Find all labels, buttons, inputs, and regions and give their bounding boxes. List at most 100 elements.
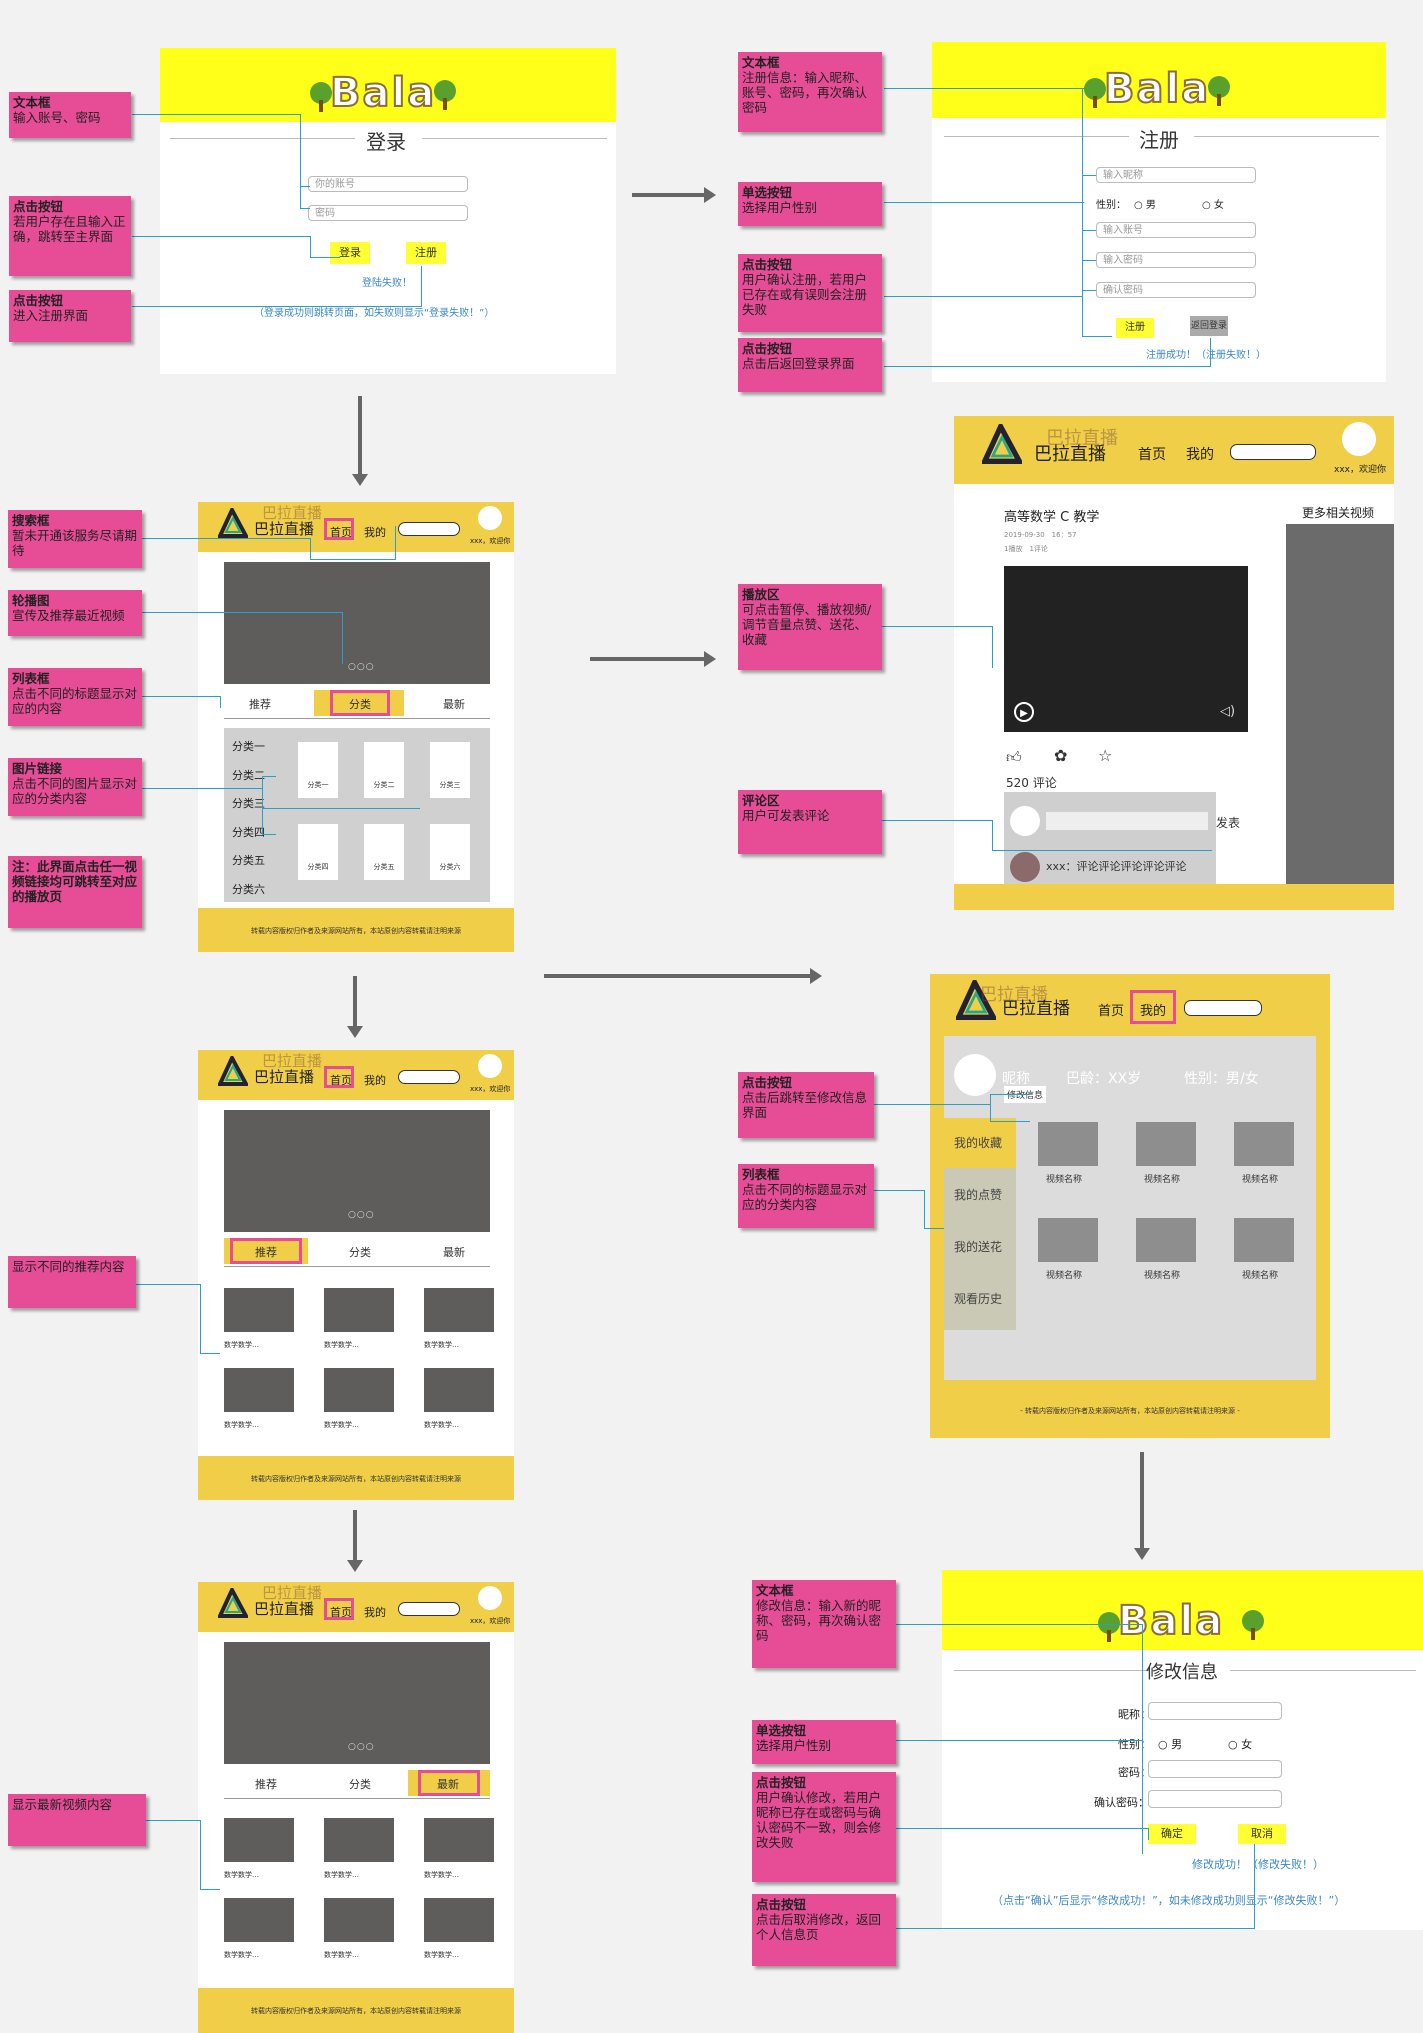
video-thumbnail[interactable] xyxy=(324,1368,394,1412)
category-item[interactable]: 分类二 xyxy=(232,767,265,783)
nav-mine[interactable]: 我的 xyxy=(364,1072,386,1088)
carousel-dots[interactable]: ○○○ xyxy=(348,1742,375,1752)
video-thumbnail[interactable] xyxy=(424,1898,494,1942)
register-button[interactable]: 注册 xyxy=(1116,318,1154,338)
video-name[interactable]: 视频名称 xyxy=(1242,1172,1278,1185)
category-item[interactable]: 分类四 xyxy=(232,824,265,840)
nickname-input[interactable]: 输入昵称 xyxy=(1096,167,1256,183)
video-caption[interactable]: 数学数学… xyxy=(224,1420,259,1430)
video-thumbnail[interactable] xyxy=(324,1818,394,1862)
video-caption[interactable]: 数学数学… xyxy=(324,1950,359,1960)
search-box[interactable] xyxy=(398,1070,460,1084)
female-radio[interactable]: ○ 女 xyxy=(1202,196,1224,211)
video-caption[interactable]: 数学数学… xyxy=(224,1950,259,1960)
nav-mine[interactable]: 我的 xyxy=(364,524,386,540)
video-thumbnail[interactable] xyxy=(1038,1122,1098,1166)
volume-icon[interactable]: ◁) xyxy=(1220,704,1235,719)
video-caption[interactable]: 数学数学… xyxy=(324,1340,359,1350)
video-caption[interactable]: 数学数学… xyxy=(424,1870,459,1880)
video-thumbnail[interactable] xyxy=(324,1898,394,1942)
video-thumbnail[interactable] xyxy=(1136,1122,1196,1166)
carousel-dots[interactable]: ○○○ xyxy=(348,662,375,672)
video-thumbnail[interactable] xyxy=(224,1288,294,1332)
search-box[interactable] xyxy=(398,1602,460,1616)
flower-icon[interactable]: ✿ xyxy=(1054,746,1067,765)
tab-newest[interactable]: 最新 xyxy=(434,1244,474,1260)
like-icon[interactable]: 👍︎ xyxy=(1006,748,1022,767)
video-thumbnail[interactable] xyxy=(424,1288,494,1332)
video-name[interactable]: 视频名称 xyxy=(1046,1172,1082,1185)
register-button[interactable]: 注册 xyxy=(406,242,446,264)
mine-menu-item[interactable]: 我的送花 xyxy=(954,1238,1002,1255)
search-box[interactable] xyxy=(1230,444,1316,460)
avatar[interactable] xyxy=(478,1586,502,1610)
password-input[interactable]: 输入密码 xyxy=(1096,252,1256,268)
nickname-input[interactable] xyxy=(1148,1702,1282,1720)
mine-menu-item[interactable]: 我的点赞 xyxy=(954,1186,1002,1203)
tab-category[interactable]: 分类 xyxy=(340,1776,380,1792)
avatar[interactable] xyxy=(478,1054,502,1078)
search-box[interactable] xyxy=(398,522,460,536)
mine-menu-item[interactable]: 我的收藏 xyxy=(954,1134,1002,1151)
video-name[interactable]: 视频名称 xyxy=(1144,1172,1180,1185)
male-radio[interactable]: ○ 男 xyxy=(1158,1736,1182,1752)
video-caption[interactable]: 数学数学… xyxy=(224,1340,259,1350)
video-name[interactable]: 视频名称 xyxy=(1144,1268,1180,1281)
video-thumbnail[interactable] xyxy=(1234,1218,1294,1262)
video-thumbnail[interactable] xyxy=(224,1818,294,1862)
tab-recommend[interactable]: 推荐 xyxy=(240,696,280,712)
back-login-button[interactable]: 返回登录 xyxy=(1190,316,1228,336)
category-item[interactable]: 分类五 xyxy=(232,852,265,868)
star-icon[interactable]: ☆ xyxy=(1098,746,1112,765)
account-input[interactable]: 你的账号 xyxy=(308,176,468,192)
video-thumbnail[interactable] xyxy=(424,1818,494,1862)
nav-home[interactable]: 首页 xyxy=(1138,444,1166,464)
video-thumbnail[interactable] xyxy=(424,1368,494,1412)
tab-newest[interactable]: 最新 xyxy=(434,696,474,712)
category-item[interactable]: 分类三 xyxy=(232,795,265,811)
video-thumbnail[interactable] xyxy=(224,1898,294,1942)
tab-category[interactable]: 分类 xyxy=(340,696,380,712)
tab-recommend[interactable]: 推荐 xyxy=(246,1776,286,1792)
tab-newest[interactable]: 最新 xyxy=(428,1776,468,1792)
confirm-input[interactable] xyxy=(1148,1790,1282,1808)
video-caption[interactable]: 数学数学… xyxy=(424,1340,459,1350)
video-thumbnail[interactable] xyxy=(224,1368,294,1412)
nav-home[interactable]: 首页 xyxy=(1098,1000,1124,1019)
video-name[interactable]: 视频名称 xyxy=(1242,1268,1278,1281)
video-thumbnail[interactable] xyxy=(1234,1122,1294,1166)
video-caption[interactable]: 数学数学… xyxy=(324,1420,359,1430)
video-player[interactable] xyxy=(1004,566,1248,732)
password-input[interactable]: 密码 xyxy=(308,205,468,221)
tab-recommend[interactable]: 推荐 xyxy=(246,1244,286,1260)
nav-mine[interactable]: 我的 xyxy=(1186,444,1214,464)
login-button[interactable]: 登录 xyxy=(330,242,370,264)
search-box[interactable] xyxy=(1184,1000,1262,1016)
category-item[interactable]: 分类一 xyxy=(232,738,265,754)
publish-button[interactable]: 发表 xyxy=(1216,814,1240,831)
confirm-input[interactable]: 确认密码 xyxy=(1096,282,1256,298)
cancel-button[interactable]: 取消 xyxy=(1238,1824,1286,1844)
confirm-button[interactable]: 确定 xyxy=(1148,1824,1196,1844)
video-caption[interactable]: 数学数学… xyxy=(424,1950,459,1960)
account-input[interactable]: 输入账号 xyxy=(1096,222,1256,238)
related-panel[interactable] xyxy=(1286,524,1394,886)
comment-input[interactable] xyxy=(1046,812,1208,830)
nav-mine[interactable]: 我的 xyxy=(1140,1000,1166,1019)
video-caption[interactable]: 数学数学… xyxy=(224,1870,259,1880)
carousel-dots[interactable]: ○○○ xyxy=(348,1210,375,1220)
mine-menu-item[interactable]: 观看历史 xyxy=(954,1290,1002,1307)
video-caption[interactable]: 数学数学… xyxy=(424,1420,459,1430)
password-input[interactable] xyxy=(1148,1760,1282,1778)
tab-category[interactable]: 分类 xyxy=(340,1244,380,1260)
video-name[interactable]: 视频名称 xyxy=(1046,1268,1082,1281)
video-thumbnail[interactable] xyxy=(1136,1218,1196,1262)
nav-mine[interactable]: 我的 xyxy=(364,1604,386,1620)
video-thumbnail[interactable] xyxy=(1038,1218,1098,1262)
category-item[interactable]: 分类六 xyxy=(232,881,265,897)
male-radio[interactable]: ○ 男 xyxy=(1134,196,1156,211)
female-radio[interactable]: ○ 女 xyxy=(1228,1736,1252,1752)
video-caption[interactable]: 数学数学… xyxy=(324,1870,359,1880)
play-icon[interactable]: ▶ xyxy=(1014,702,1034,722)
video-thumbnail[interactable] xyxy=(324,1288,394,1332)
